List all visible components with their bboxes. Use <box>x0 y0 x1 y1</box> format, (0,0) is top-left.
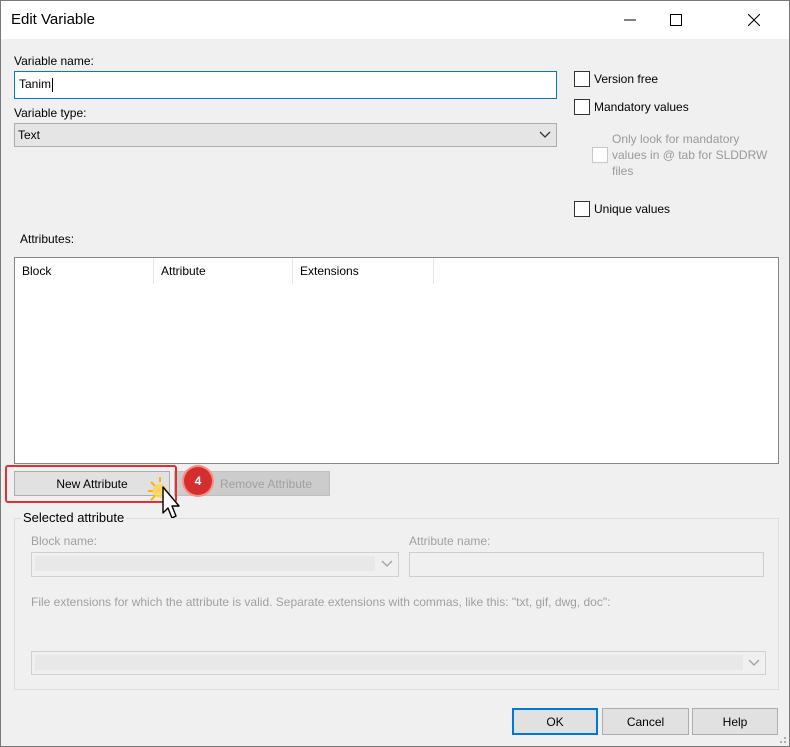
cancel-button[interactable]: Cancel <box>602 708 689 735</box>
only-look-line-3: files <box>612 164 634 178</box>
checkbox-box <box>592 147 608 163</box>
maximize-icon <box>670 14 682 26</box>
unique-values-label: Unique values <box>594 202 671 216</box>
mandatory-values-label: Mandatory values <box>594 100 689 114</box>
only-look-mandatory-checkbox[interactable]: Only look for mandatory values in @ tab … <box>592 131 767 179</box>
block-name-select[interactable] <box>31 552 399 577</box>
close-icon <box>748 14 760 26</box>
file-extensions-label: File extensions for which the attribute … <box>31 595 611 609</box>
minimize-button[interactable] <box>607 1 653 39</box>
maximize-button[interactable] <box>653 1 699 39</box>
variable-name-label: Variable name: <box>14 54 94 68</box>
only-look-line-1: Only look for mandatory <box>612 132 740 146</box>
file-extensions-field <box>35 655 743 670</box>
title-bar: Edit Variable <box>1 1 789 39</box>
only-look-mandatory-label: Only look for mandatory values in @ tab … <box>612 131 767 179</box>
chevron-down-icon <box>539 131 551 138</box>
variable-type-value: Text <box>18 128 41 142</box>
help-button[interactable]: Help <box>692 708 778 735</box>
text-caret <box>52 77 54 92</box>
column-header-extensions[interactable]: Extensions <box>293 258 434 284</box>
checkbox-box <box>574 99 590 115</box>
version-free-checkbox[interactable]: Version free <box>574 71 658 87</box>
variable-name-value: Tanim <box>19 77 52 91</box>
only-look-line-2: values in @ tab for SLDDRW <box>612 148 768 162</box>
chevron-down-icon <box>748 659 760 666</box>
ok-button[interactable]: OK <box>512 708 598 735</box>
window-title: Edit Variable <box>11 11 95 28</box>
selected-attribute-title: Selected attribute <box>21 510 127 525</box>
attribute-name-input[interactable] <box>409 552 764 577</box>
block-name-field <box>35 556 375 571</box>
attribute-name-label: Attribute name: <box>409 534 491 548</box>
close-button[interactable] <box>719 1 789 39</box>
unique-values-checkbox[interactable]: Unique values <box>574 201 670 217</box>
checkbox-box <box>574 201 590 217</box>
column-header-attribute[interactable]: Attribute <box>154 258 293 284</box>
attributes-label: Attributes: <box>20 232 75 246</box>
edit-variable-dialog: Edit Variable Variable name: Tanim Varia… <box>0 0 790 747</box>
chevron-down-icon <box>381 560 393 567</box>
version-free-label: Version free <box>594 72 659 86</box>
file-extensions-select[interactable] <box>31 651 766 675</box>
mandatory-values-checkbox[interactable]: Mandatory values <box>574 99 689 115</box>
block-name-label: Block name: <box>31 534 98 548</box>
variable-name-input[interactable]: Tanim <box>14 71 557 99</box>
variable-type-label: Variable type: <box>14 106 87 120</box>
minimize-icon <box>624 19 636 21</box>
resize-grip-icon[interactable] <box>775 732 787 744</box>
variable-type-select[interactable]: Text <box>14 123 557 147</box>
attributes-list[interactable]: Block Attribute Extensions <box>14 257 779 464</box>
attributes-list-header: Block Attribute Extensions <box>15 258 434 284</box>
checkbox-box <box>574 71 590 87</box>
column-header-block[interactable]: Block <box>15 258 154 284</box>
